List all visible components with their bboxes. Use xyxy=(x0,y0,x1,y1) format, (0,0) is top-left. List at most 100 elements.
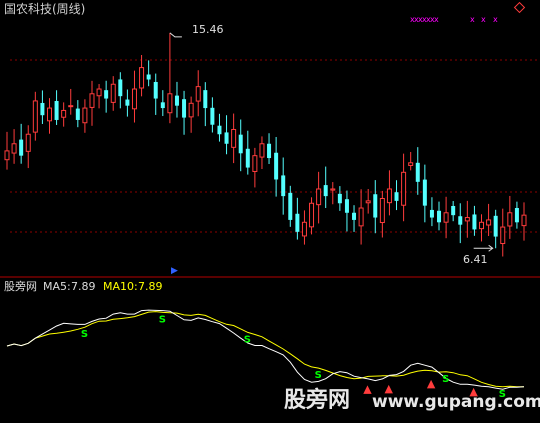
candle-body-up xyxy=(464,217,470,222)
candle-body-down xyxy=(458,216,463,225)
chart-stage: xxxxxxxxxx S S S S S S ▲ ▲ ▲ ▲ 国农科技(周线) 15.46 6.4… xyxy=(0,0,540,423)
sell-signal: S xyxy=(244,334,251,345)
candle-body-up xyxy=(25,133,31,152)
candle-body-down xyxy=(104,90,109,99)
candle-body-down xyxy=(182,99,187,118)
candle-body-up xyxy=(89,93,95,108)
candle-body-down xyxy=(274,152,279,180)
candle-body-down xyxy=(295,213,300,232)
candle-body-up xyxy=(4,150,10,161)
candle-body-down xyxy=(344,199,349,213)
candle-body-up xyxy=(131,88,137,110)
ma10-label: MA10: xyxy=(103,280,138,293)
candle-body-up xyxy=(188,102,194,118)
candle-body-down xyxy=(288,192,293,220)
candle-body-down xyxy=(146,74,151,80)
candle-body-down xyxy=(54,100,59,120)
candle-body-down xyxy=(352,212,357,220)
watermark-cn: 股旁网 xyxy=(284,387,350,413)
candle-body-up xyxy=(521,214,527,227)
candle-body-up xyxy=(379,198,385,224)
candle-body-down xyxy=(415,162,420,182)
candle-body-up xyxy=(500,226,506,245)
candle-body-down xyxy=(118,79,123,97)
ma10-value: 7.89 xyxy=(138,280,163,293)
sell-signal: S xyxy=(81,329,88,340)
corner-box-icon xyxy=(513,1,526,14)
candle-body-down xyxy=(437,210,442,223)
candle-body-up xyxy=(479,221,485,230)
candle-body-up xyxy=(259,143,265,158)
candle-body-up xyxy=(358,207,364,227)
chart-title: 国农科技(周线) xyxy=(4,2,85,16)
candle-body-up xyxy=(408,162,414,166)
candlestick-chart: xxxxxxxxxx SSSS SS▲ ▲ ▲▲ 国农科技(周线) 15.46 6.4… xyxy=(0,1,540,413)
candles-layer xyxy=(4,32,527,257)
candle-body-up xyxy=(82,107,88,124)
candle-body-down xyxy=(472,214,477,230)
candle-body-up xyxy=(507,212,513,227)
candle-body-up xyxy=(252,155,258,172)
candle-body-down xyxy=(373,194,378,218)
candle-body-up xyxy=(316,188,322,206)
candle-body-down xyxy=(245,148,250,168)
buy-marker-icon: ▶ xyxy=(171,266,178,276)
candle-body-down xyxy=(224,132,229,144)
candle-body-up xyxy=(167,93,173,114)
candle-body-down xyxy=(40,102,45,116)
sell-signal: S xyxy=(315,370,322,381)
candle-body-up xyxy=(365,200,371,204)
candle-body-down xyxy=(422,179,427,206)
candle-body-up xyxy=(68,105,74,108)
low-label: 6.41 xyxy=(463,253,488,266)
candle-body-down xyxy=(493,215,498,237)
watermark-url: www.gupang.com xyxy=(372,392,540,412)
cross-marker: x xyxy=(493,15,498,24)
candle-body-down xyxy=(451,205,456,216)
candle-body-up xyxy=(139,67,145,89)
candle-body-up xyxy=(231,128,237,148)
up-arrow-icon: ▲ xyxy=(363,382,372,395)
candle-body-up xyxy=(46,107,52,122)
candle-body-down xyxy=(153,81,158,99)
sell-signal: S xyxy=(159,314,166,325)
candle-body-down xyxy=(514,208,519,223)
candle-body-down xyxy=(160,102,165,109)
cross-marker: x xyxy=(434,15,439,24)
high-pointer xyxy=(169,32,182,38)
candle-body-down xyxy=(174,95,179,106)
candle-body-up xyxy=(110,83,116,103)
candle-body-up xyxy=(195,86,201,102)
candle-body-up xyxy=(309,202,315,228)
candle-body-up xyxy=(386,188,392,204)
candle-body-down xyxy=(394,192,399,201)
candle-body-up xyxy=(401,171,407,206)
candle-body-up xyxy=(61,109,67,118)
candle-body-down xyxy=(125,99,130,106)
candle-body-down xyxy=(203,90,208,109)
ma5-value: 7.89 xyxy=(71,280,96,293)
candle-body-down xyxy=(337,193,342,204)
candle-body-up xyxy=(330,188,336,191)
candle-body-down xyxy=(238,134,243,154)
indicator-name: 股旁网 xyxy=(4,279,37,293)
candle-body-down xyxy=(217,125,222,135)
candle-body-up xyxy=(443,212,449,223)
candle-body-down xyxy=(267,143,272,159)
candle-body-up xyxy=(32,100,38,133)
cross-marker: x xyxy=(470,15,475,24)
candle-body-down xyxy=(19,139,24,156)
up-arrow-icon: ▲ xyxy=(427,377,436,390)
candle-body-down xyxy=(281,175,286,197)
candle-body-up xyxy=(301,221,307,237)
candle-body-up xyxy=(96,88,102,97)
cross-marker: x xyxy=(481,15,486,24)
indicator-layer: SSSS SS▲ ▲ ▲▲ xyxy=(6,309,525,400)
candle-body-down xyxy=(75,108,80,120)
candle-body-up xyxy=(11,143,17,154)
ma5-label: MA5: xyxy=(43,280,71,293)
candle-body-down xyxy=(210,107,215,125)
candle-body-down xyxy=(323,185,328,197)
sell-signal: S xyxy=(442,374,449,385)
high-label: 15.46 xyxy=(192,23,224,36)
